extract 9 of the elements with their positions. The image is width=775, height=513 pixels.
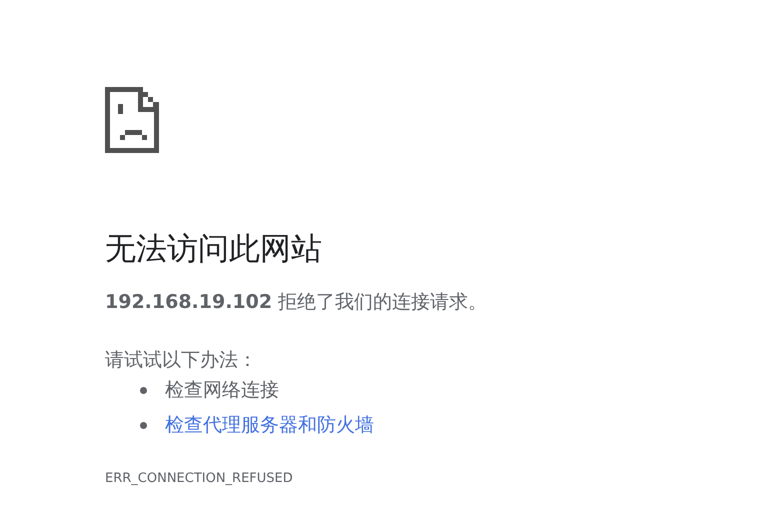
- suggestion-text: 检查网络连接: [165, 378, 279, 403]
- suggestion-link[interactable]: 检查代理服务器和防火墙: [165, 412, 374, 438]
- error-message: 192.168.19.102 拒绝了我们的连接请求。: [105, 290, 488, 315]
- error-code: ERR_CONNECTION_REFUSED: [105, 470, 293, 488]
- sad-page-icon: [105, 87, 159, 153]
- page-heading: 无法访问此网站: [105, 230, 322, 269]
- suggestions-intro: 请试试以下办法：: [105, 348, 257, 373]
- bullet-icon: [140, 386, 147, 394]
- bullet-icon: [140, 422, 147, 428]
